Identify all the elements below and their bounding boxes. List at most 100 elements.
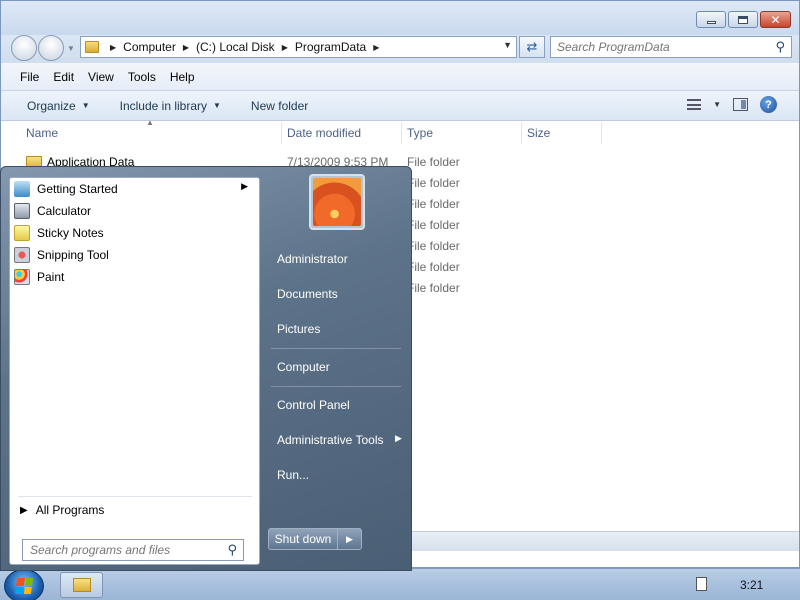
close-button[interactable]: ✕: [760, 11, 791, 28]
menu-view[interactable]: View: [88, 70, 114, 84]
organize-button[interactable]: Organize ▼: [27, 99, 90, 113]
minimize-button[interactable]: [696, 11, 726, 28]
start-item-administrator[interactable]: Administrator: [277, 252, 348, 266]
change-view-icon[interactable]: [687, 99, 702, 110]
preview-pane-icon[interactable]: [733, 98, 748, 111]
organize-label: Organize: [27, 98, 76, 113]
program-snipping-tool[interactable]: Snipping Tool: [14, 244, 256, 265]
start-search-box[interactable]: ⚲: [22, 539, 244, 561]
back-button[interactable]: [11, 35, 37, 61]
new-folder-label: New folder: [250, 98, 309, 113]
breadcrumb-computer[interactable]: Computer: [123, 40, 176, 54]
clock[interactable]: 3:21: [740, 578, 763, 592]
start-menu-programs-pane: Getting Started ▶ Calculator Sticky Note…: [9, 177, 260, 565]
shut-down-options-button[interactable]: ▶: [338, 528, 362, 550]
column-name[interactable]: Name: [26, 126, 58, 140]
recent-pages-dropdown[interactable]: ▼: [67, 44, 75, 53]
snipping-tool-icon: [14, 246, 30, 263]
title-bar[interactable]: ✕: [1, 1, 799, 35]
program-paint[interactable]: Paint: [14, 266, 256, 287]
file-type: File folder: [407, 155, 460, 169]
include-in-library-label: Include in library: [119, 98, 207, 113]
all-programs-button[interactable]: ▶ All Programs: [20, 503, 104, 517]
details-pane: [411, 531, 799, 551]
chevron-down-icon: ▼: [81, 101, 90, 110]
all-programs-arrow-icon: ▶: [20, 504, 28, 516]
submenu-arrow-icon: ▶: [395, 433, 402, 443]
address-dropdown-icon[interactable]: ▼: [503, 40, 512, 50]
action-center-icon[interactable]: [696, 577, 707, 591]
breadcrumb-local-disk[interactable]: (C:) Local Disk: [196, 40, 275, 54]
start-item-label: Administrative Tools: [277, 433, 384, 447]
column-divider[interactable]: [521, 122, 522, 144]
menu-tools[interactable]: Tools: [128, 70, 156, 84]
chevron-down-icon: ▼: [213, 101, 221, 110]
file-type: File folder: [407, 176, 460, 190]
search-box[interactable]: ⚲: [550, 36, 792, 58]
program-calculator[interactable]: Calculator: [14, 200, 256, 221]
start-item-administrative-tools[interactable]: Administrative Tools ▶: [277, 433, 402, 447]
start-item-control-panel[interactable]: Control Panel: [277, 398, 350, 412]
search-input[interactable]: [551, 37, 761, 57]
file-type: File folder: [407, 218, 460, 232]
column-size[interactable]: Size: [527, 126, 550, 140]
start-item-computer[interactable]: Computer: [277, 360, 330, 374]
include-in-library-button[interactable]: Include in library ▼: [120, 99, 221, 113]
taskbar: 3:21: [0, 568, 800, 600]
flower-avatar-icon: [313, 178, 361, 226]
window-controls: ✕: [696, 11, 791, 28]
menu-help[interactable]: Help: [170, 70, 195, 84]
file-type: File folder: [407, 260, 460, 274]
taskbar-explorer-button[interactable]: [60, 572, 103, 598]
refresh-button[interactable]: ⇄: [519, 36, 545, 58]
start-item-run[interactable]: Run...: [277, 468, 309, 482]
column-divider[interactable]: [401, 122, 402, 144]
column-type[interactable]: Type: [407, 126, 433, 140]
start-item-documents[interactable]: Documents: [277, 287, 338, 301]
column-divider[interactable]: [281, 122, 282, 144]
calculator-icon: [14, 202, 30, 219]
program-sticky-notes[interactable]: Sticky Notes: [14, 222, 256, 243]
chevron-right-icon[interactable]: ▶: [183, 43, 189, 52]
chevron-right-icon: ▶: [346, 533, 353, 544]
getting-started-icon: [14, 180, 30, 197]
search-icon[interactable]: ⚲: [775, 39, 785, 55]
maximize-button[interactable]: [728, 11, 758, 28]
address-bar[interactable]: ▶ Computer ▶ (C:) Local Disk ▶ ProgramDa…: [80, 36, 517, 58]
sticky-notes-icon: [14, 224, 30, 241]
shut-down-button[interactable]: Shut down: [268, 528, 338, 550]
file-type: File folder: [407, 239, 460, 253]
submenu-arrow-icon: ▶: [241, 181, 248, 191]
windows-logo-icon: [14, 578, 34, 594]
start-button[interactable]: [4, 569, 44, 600]
forward-button[interactable]: [38, 35, 64, 61]
paint-icon: [14, 268, 30, 285]
column-headers: ▲ Name Date modified Type Size: [1, 118, 799, 146]
breadcrumb-programdata[interactable]: ProgramData: [295, 40, 366, 54]
program-label: Snipping Tool: [37, 247, 109, 262]
program-label: Sticky Notes: [37, 225, 104, 240]
command-bar: Organize ▼ Include in library ▼ New folder…: [1, 91, 799, 121]
chevron-down-icon[interactable]: ▼: [713, 100, 721, 109]
menu-edit[interactable]: Edit: [53, 70, 74, 84]
search-icon[interactable]: ⚲: [227, 542, 237, 558]
help-icon[interactable]: ?: [760, 96, 777, 113]
column-date-modified[interactable]: Date modified: [287, 126, 361, 140]
user-picture[interactable]: [309, 174, 365, 230]
view-controls: ▼ ?: [687, 96, 777, 113]
new-folder-button[interactable]: New folder: [251, 99, 308, 113]
start-item-pictures[interactable]: Pictures: [277, 322, 320, 336]
chevron-right-icon[interactable]: ▶: [373, 43, 379, 52]
chevron-right-icon[interactable]: ▶: [282, 43, 288, 52]
explorer-folder-icon: [72, 578, 91, 592]
maximize-icon: [738, 15, 748, 24]
refresh-icon: ⇄: [526, 39, 538, 54]
program-getting-started[interactable]: Getting Started ▶: [14, 178, 256, 199]
divider: [271, 348, 401, 349]
all-programs-label: All Programs: [35, 503, 105, 517]
chevron-right-icon[interactable]: ▶: [110, 43, 116, 52]
start-search-input[interactable]: [23, 540, 213, 560]
menu-file[interactable]: File: [20, 70, 39, 84]
column-divider[interactable]: [601, 122, 602, 144]
divider: [271, 386, 401, 387]
